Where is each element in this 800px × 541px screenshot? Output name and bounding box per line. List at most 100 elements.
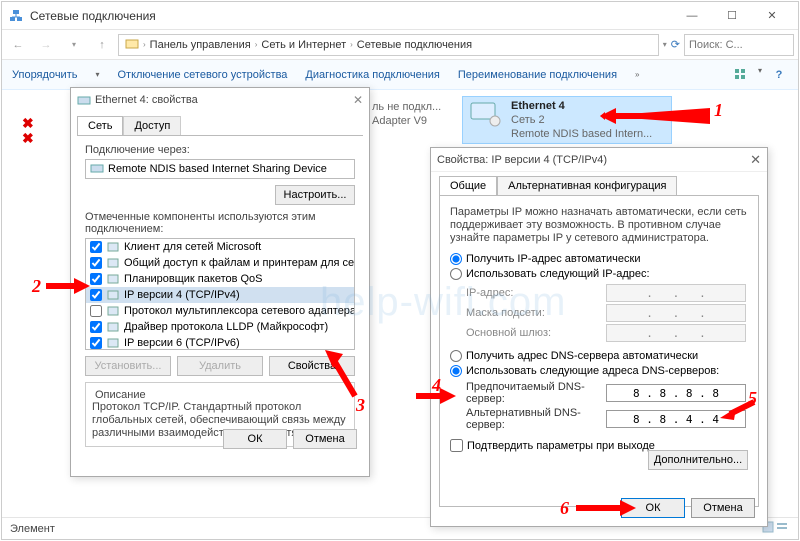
navbar: ← → ▾ ↑ › Панель управления › Сеть и Инт… bbox=[2, 30, 798, 60]
component-checkbox[interactable] bbox=[90, 321, 102, 333]
radio-label: Получить адрес DNS-сервера автоматически bbox=[466, 350, 698, 362]
tab-general[interactable]: Общие bbox=[439, 176, 497, 195]
component-label: Общий доступ к файлам и принтерам для се… bbox=[124, 257, 355, 269]
maximize-button[interactable]: ☐ bbox=[712, 3, 752, 29]
breadcrumb-item[interactable]: Панель управления bbox=[150, 39, 251, 51]
component-item[interactable]: Клиент для сетей Microsoft bbox=[86, 239, 354, 255]
radio-dns-auto-input[interactable] bbox=[450, 350, 462, 362]
arrow-1 bbox=[600, 108, 710, 127]
subnet-field: . . . bbox=[606, 304, 746, 322]
minimize-button[interactable]: — bbox=[672, 3, 712, 29]
forward-button[interactable]: → bbox=[34, 33, 58, 57]
components-list[interactable]: Клиент для сетей Microsoft Общий доступ к… bbox=[85, 238, 355, 350]
radio-dns-auto[interactable]: Получить адрес DNS-сервера автоматически bbox=[450, 350, 748, 362]
dropdown-icon[interactable]: ▾ bbox=[663, 40, 667, 49]
marker-1: 1 bbox=[714, 100, 723, 121]
radio-ip-auto[interactable]: Получить IP-адрес автоматически bbox=[450, 253, 748, 265]
tab-access[interactable]: Доступ bbox=[123, 116, 181, 135]
component-item[interactable]: Планировщик пакетов QoS bbox=[86, 271, 354, 287]
component-label: Протокол мультиплексора сетевого адаптер… bbox=[124, 305, 355, 317]
rename-connection[interactable]: Переименование подключения bbox=[458, 69, 617, 81]
component-item[interactable]: IP версии 4 (TCP/IPv4) bbox=[86, 287, 354, 303]
ip-address-label: IP-адрес: bbox=[466, 287, 606, 299]
error-x-icon: ✖ bbox=[22, 130, 34, 147]
arrow-6 bbox=[576, 500, 636, 519]
dns-pref-label: Предпочитаемый DNS-сервер: bbox=[466, 381, 606, 405]
device-name: Remote NDIS based Internet Sharing Devic… bbox=[108, 163, 327, 175]
radio-dns-manual-input[interactable] bbox=[450, 365, 462, 377]
install-button[interactable]: Установить... bbox=[85, 356, 171, 376]
arrow-5 bbox=[720, 400, 756, 421]
ethernet-properties-dialog: Ethernet 4: свойства ✕ Сеть Доступ Подкл… bbox=[70, 87, 370, 477]
close-icon[interactable]: ✕ bbox=[750, 152, 761, 168]
subnet-label: Маска подсети: bbox=[466, 307, 606, 319]
breadcrumb-item[interactable]: Сетевые подключения bbox=[357, 39, 472, 51]
radio-label: Получить IP-адрес автоматически bbox=[466, 253, 640, 265]
cancel-button[interactable]: Отмена bbox=[691, 498, 755, 518]
description-title: Описание bbox=[92, 389, 149, 401]
arrow-4 bbox=[416, 388, 456, 407]
organize-menu[interactable]: Упорядочить bbox=[12, 69, 77, 81]
search-input[interactable] bbox=[684, 34, 794, 56]
back-button[interactable]: ← bbox=[6, 33, 30, 57]
radio-ip-manual[interactable]: Использовать следующий IP-адрес: bbox=[450, 268, 748, 280]
component-checkbox[interactable] bbox=[90, 305, 102, 317]
ip-address-field: . . . bbox=[606, 284, 746, 302]
arrow-3 bbox=[325, 350, 361, 401]
view-icon[interactable] bbox=[732, 66, 750, 84]
adapter-icon bbox=[90, 161, 104, 178]
component-item[interactable]: Протокол мультиплексора сетевого адаптер… bbox=[86, 303, 354, 319]
component-icon bbox=[106, 336, 120, 350]
radio-ip-auto-input[interactable] bbox=[450, 253, 462, 265]
close-icon[interactable]: ✕ bbox=[353, 93, 363, 107]
component-label: IP версии 4 (TCP/IPv4) bbox=[124, 289, 240, 301]
component-label: Клиент для сетей Microsoft bbox=[124, 241, 261, 253]
intro-text: Параметры IP можно назначать автоматичес… bbox=[450, 206, 748, 245]
component-checkbox[interactable] bbox=[90, 257, 102, 269]
dialog-title: Свойства: IP версии 4 (TCP/IPv4) bbox=[437, 154, 750, 166]
device-field: Remote NDIS based Internet Sharing Devic… bbox=[85, 159, 355, 179]
radio-dns-manual[interactable]: Использовать следующие адреса DNS-сервер… bbox=[450, 365, 748, 377]
configure-button[interactable]: Настроить... bbox=[275, 185, 355, 205]
confirm-checkbox[interactable] bbox=[450, 439, 463, 452]
net-item-label: ль не подкл... bbox=[372, 100, 441, 114]
radio-ip-manual-input[interactable] bbox=[450, 268, 462, 280]
radio-label: Использовать следующие адреса DNS-сервер… bbox=[466, 365, 719, 377]
component-checkbox[interactable] bbox=[90, 241, 102, 253]
adapter-icon bbox=[77, 93, 91, 107]
net-item-device: Remote NDIS based Intern... bbox=[511, 127, 652, 141]
component-icon bbox=[106, 240, 120, 254]
component-checkbox[interactable] bbox=[90, 337, 102, 349]
up-button[interactable]: ↑ bbox=[90, 33, 114, 57]
component-checkbox[interactable] bbox=[90, 289, 102, 301]
component-item[interactable]: IP версии 6 (TCP/IPv6) bbox=[86, 335, 354, 350]
disable-device[interactable]: Отключение сетевого устройства bbox=[117, 69, 287, 81]
tab-alternate[interactable]: Альтернативная конфигурация bbox=[497, 176, 677, 195]
tab-network[interactable]: Сеть bbox=[77, 116, 123, 135]
gateway-label: Основной шлюз: bbox=[466, 327, 606, 339]
toolbar: Упорядочить ▾ Отключение сетевого устройс… bbox=[2, 60, 798, 90]
component-item[interactable]: Общий доступ к файлам и принтерам для се… bbox=[86, 255, 354, 271]
refresh-icon[interactable]: ⟳ bbox=[671, 38, 680, 51]
close-button[interactable]: ✕ bbox=[752, 3, 792, 29]
component-icon bbox=[106, 304, 120, 318]
component-label: IP версии 6 (TCP/IPv6) bbox=[124, 337, 240, 349]
breadcrumb-item[interactable]: Сеть и Интернет bbox=[261, 39, 346, 51]
diagnose-connection[interactable]: Диагностика подключения bbox=[305, 69, 439, 81]
uninstall-button[interactable]: Удалить bbox=[177, 356, 263, 376]
dns-alt-label: Альтернативный DNS-сервер: bbox=[466, 407, 606, 431]
help-icon[interactable]: ? bbox=[770, 66, 788, 84]
advanced-button[interactable]: Дополнительно... bbox=[648, 450, 748, 470]
dialog-title: Ethernet 4: свойства bbox=[95, 94, 353, 106]
history-dropdown[interactable]: ▾ bbox=[62, 33, 86, 57]
cancel-button[interactable]: Отмена bbox=[293, 429, 357, 449]
ok-button[interactable]: ОК bbox=[223, 429, 287, 449]
component-icon bbox=[106, 256, 120, 270]
view-dropdown[interactable]: ▾ bbox=[758, 66, 762, 84]
confirm-label: Подтвердить параметры при выходе bbox=[467, 440, 655, 452]
component-icon bbox=[106, 288, 120, 302]
component-checkbox[interactable] bbox=[90, 273, 102, 285]
component-item[interactable]: Драйвер протокола LLDP (Майкрософт) bbox=[86, 319, 354, 335]
net-item-disconnected[interactable]: ль не подкл... Adapter V9 bbox=[372, 100, 441, 128]
breadcrumb[interactable]: › Панель управления › Сеть и Интернет › … bbox=[118, 34, 659, 56]
